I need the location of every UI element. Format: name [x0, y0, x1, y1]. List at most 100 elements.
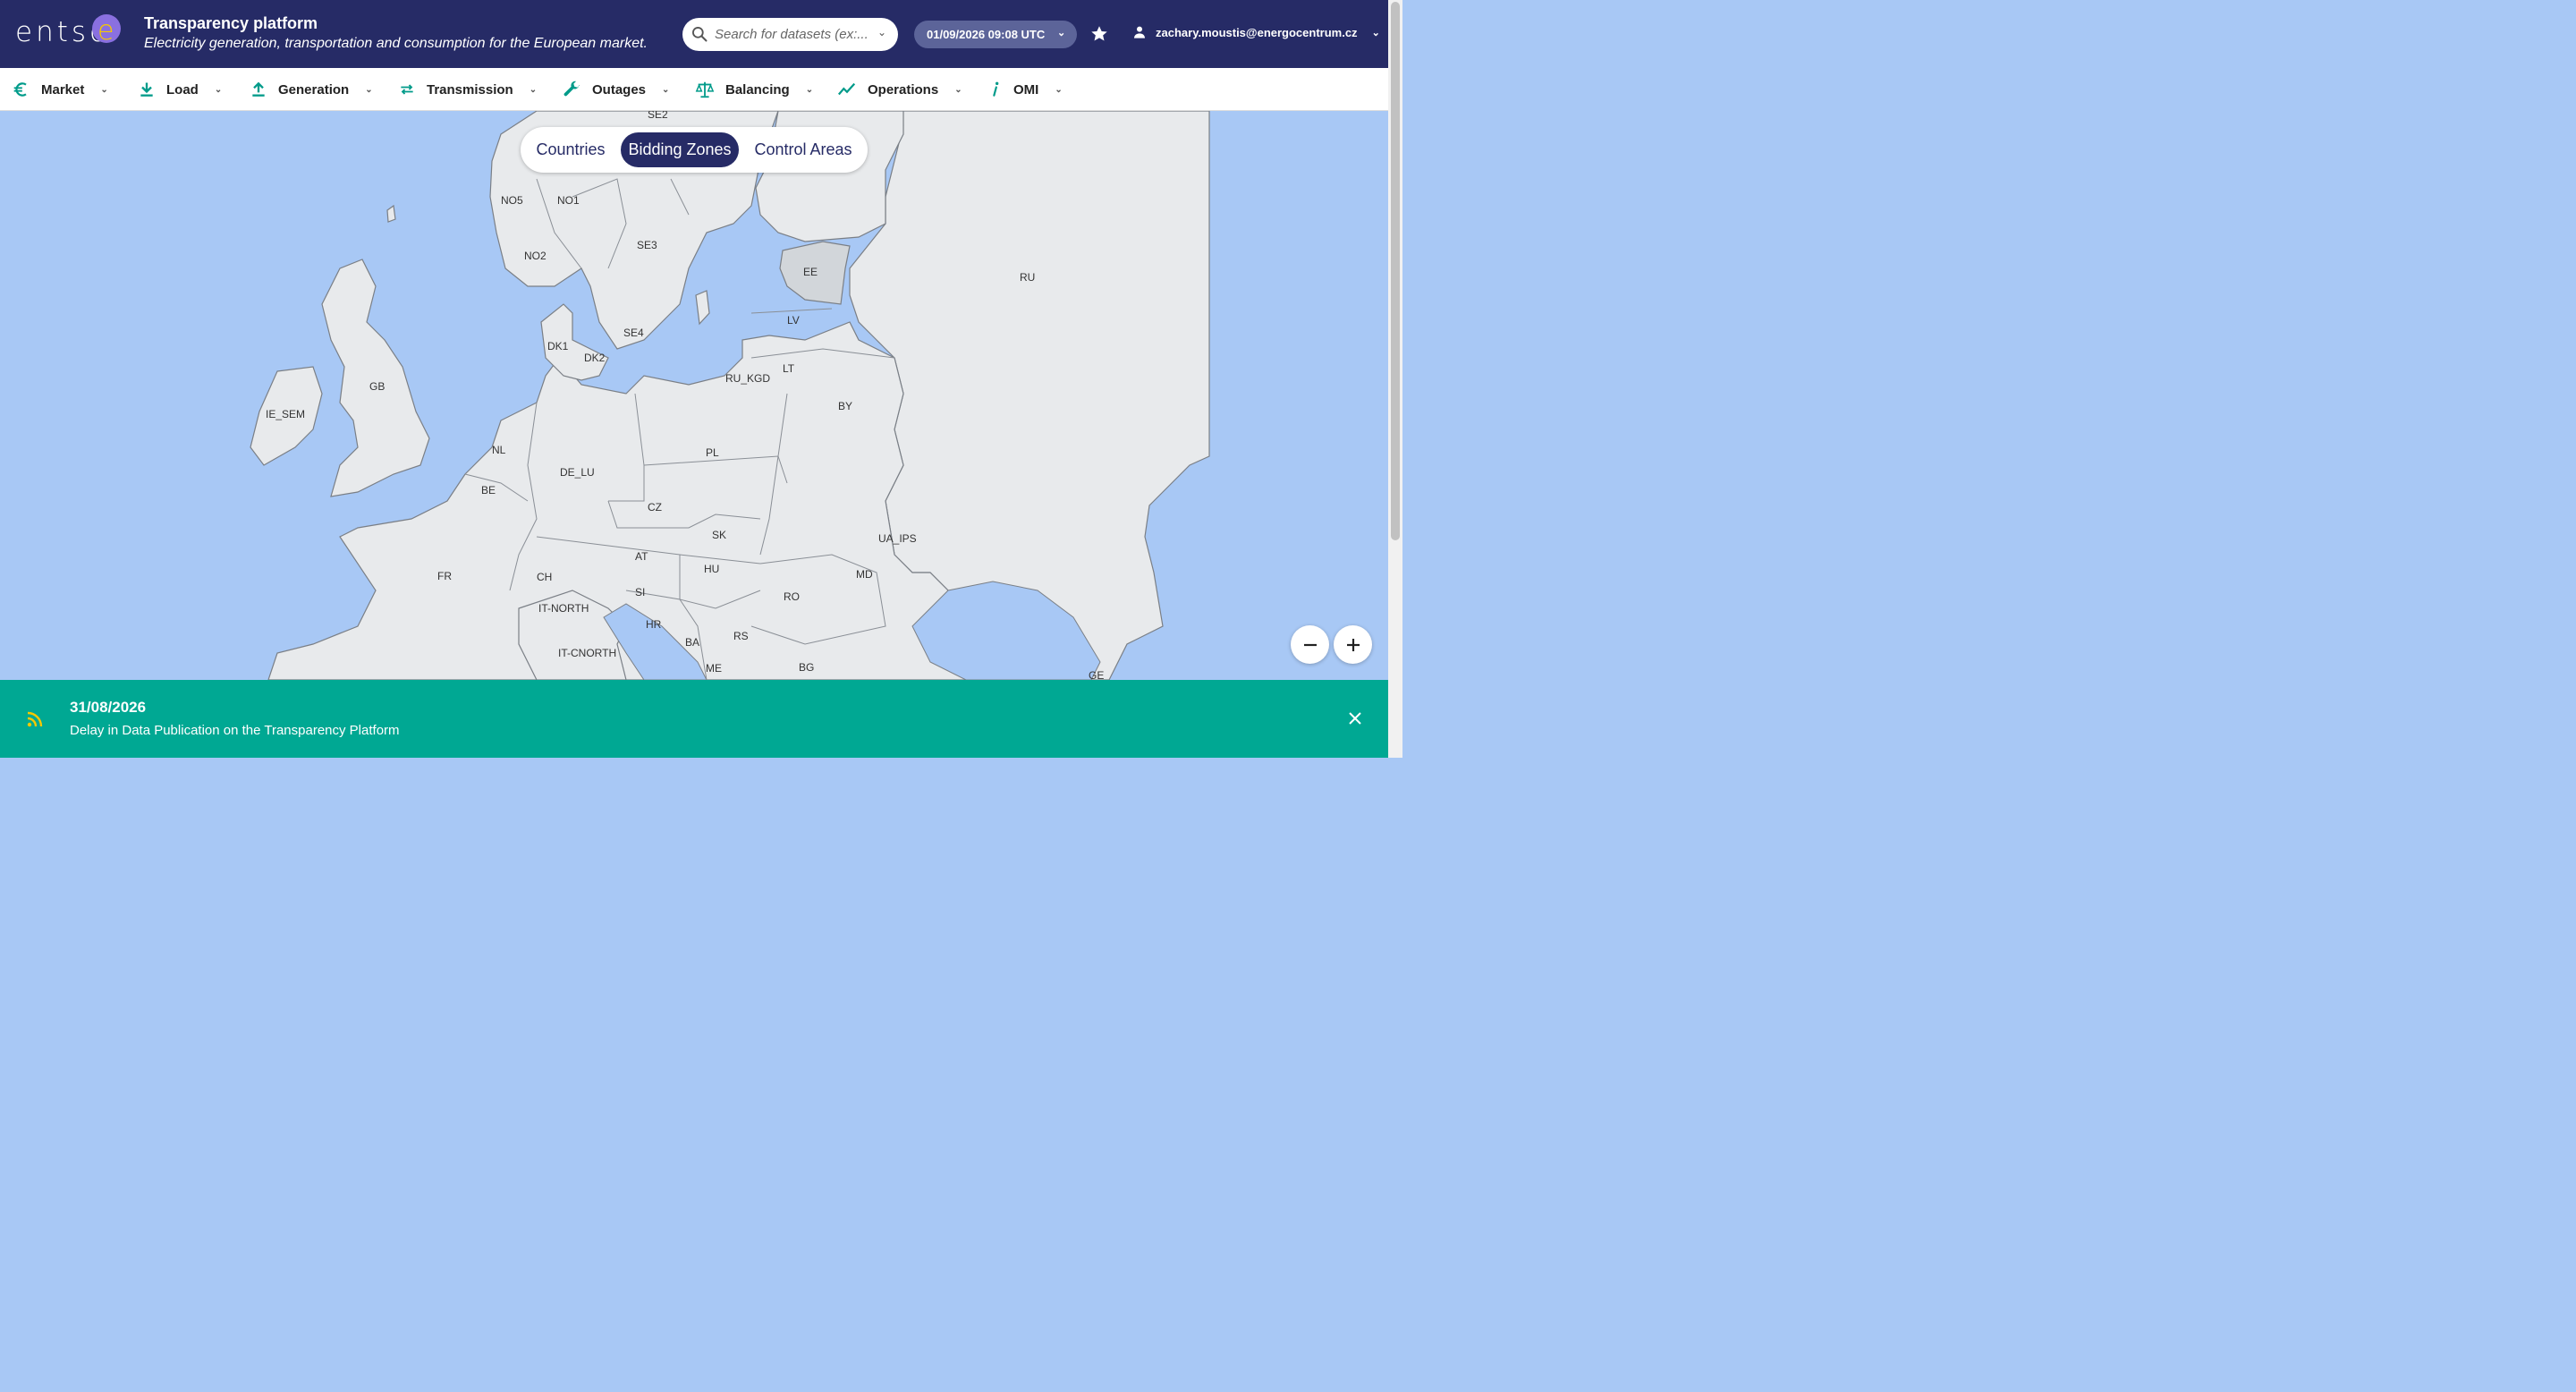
- zone-label-ua-ips: UA_IPS: [878, 532, 917, 545]
- user-menu[interactable]: zachary.moustis@energocentrum.cz ⌄: [1132, 25, 1380, 39]
- zone-label-ie-sem: IE_SEM: [266, 408, 305, 420]
- zone-label-ro: RO: [784, 590, 800, 603]
- zone-label-se2: SE2: [648, 111, 668, 121]
- zone-label-rs: RS: [733, 630, 749, 642]
- chevron-down-icon: ⌄: [100, 84, 108, 95]
- zone-label-pl: PL: [706, 446, 719, 459]
- chevron-down-icon: ⌄: [805, 84, 814, 95]
- zone-label-ba: BA: [685, 636, 699, 649]
- datetime-selector[interactable]: 01/09/2026 09:08 UTC ⌄: [914, 21, 1077, 48]
- zone-label-sk: SK: [712, 529, 726, 541]
- zone-label-se4: SE4: [623, 327, 644, 339]
- news-banner[interactable]: 31/08/2026 Delay in Data Publication on …: [0, 680, 1388, 758]
- zone-label-ru-kgd: RU_KGD: [725, 372, 770, 385]
- zone-label-it-cnorth: IT-CNORTH: [558, 647, 616, 659]
- nav-label: Generation: [278, 81, 350, 98]
- zone-label-md: MD: [856, 568, 873, 581]
- zone-label-no2: NO2: [524, 250, 547, 262]
- zone-label-lv: LV: [787, 314, 800, 327]
- nav-generation[interactable]: Generation ⌄: [250, 68, 373, 111]
- nav-label: OMI: [1013, 81, 1039, 98]
- zone-label-nl: NL: [492, 444, 506, 456]
- rss-icon: [27, 711, 43, 727]
- download-icon: [140, 82, 153, 97]
- chevron-down-icon: ⌄: [529, 84, 538, 95]
- euro-icon: [13, 82, 27, 97]
- bidding-zone-map[interactable]: SE2 NO5 NO1 SE3 NO2 EE RU LV SE4 DK1 DK2…: [0, 111, 1388, 680]
- zone-label-at: AT: [635, 550, 648, 563]
- news-text[interactable]: Delay in Data Publication on the Transpa…: [70, 723, 400, 738]
- upload-icon: [252, 81, 265, 97]
- nav-load[interactable]: Load ⌄: [138, 68, 222, 111]
- wrench-icon: [564, 81, 580, 97]
- news-date: 31/08/2026: [70, 699, 147, 716]
- zoom-out-button[interactable]: [1291, 625, 1329, 664]
- zone-label-ee: EE: [803, 266, 818, 278]
- nav-label: Operations: [868, 81, 939, 98]
- zone-label-gb: GB: [369, 380, 385, 393]
- chevron-down-icon: ⌄: [214, 84, 223, 95]
- chevron-down-icon: ⌄: [1371, 27, 1380, 38]
- search-icon: [692, 27, 708, 42]
- zone-label-it-north: IT-NORTH: [538, 602, 589, 615]
- toggle-bidding-zones[interactable]: Bidding Zones: [621, 132, 739, 167]
- zone-label-ru: RU: [1020, 271, 1035, 284]
- chevron-down-icon[interactable]: ⌄: [877, 26, 886, 38]
- zone-label-ch: CH: [537, 571, 552, 583]
- zone-label-dk2: DK2: [584, 352, 606, 364]
- toggle-countries[interactable]: Countries: [528, 132, 614, 167]
- zone-label-si: SI: [635, 586, 645, 598]
- map-view-toggle: Countries Bidding Zones Control Areas: [521, 127, 868, 173]
- zone-label-hr: HR: [646, 618, 662, 631]
- chevron-down-icon: ⌄: [954, 84, 962, 95]
- nav-operations[interactable]: Operations ⌄: [837, 68, 962, 111]
- scrollbar-thumb[interactable]: [1391, 2, 1400, 540]
- zone-label-no1: NO1: [557, 194, 580, 207]
- chevron-down-icon: ⌄: [1057, 28, 1066, 38]
- europe-map-svg[interactable]: SE2 NO5 NO1 SE3 NO2 EE RU LV SE4 DK1 DK2…: [0, 111, 1388, 680]
- nav-outages[interactable]: Outages ⌄: [562, 68, 669, 111]
- chevron-down-icon: ⌄: [365, 84, 373, 95]
- nav-label: Balancing: [725, 81, 790, 98]
- zone-label-de-lu: DE_LU: [560, 466, 595, 479]
- close-icon[interactable]: [1348, 711, 1362, 726]
- entsoe-logo[interactable]: entso e: [15, 14, 121, 48]
- favorites-star-icon[interactable]: [1089, 24, 1109, 44]
- nav-omi[interactable]: OMI ⌄: [988, 68, 1063, 111]
- land-gb: [321, 259, 430, 497]
- top-header: entso e Transparency platform Electricit…: [0, 0, 1388, 68]
- nav-label: Outages: [592, 81, 647, 98]
- land-faroe: [386, 204, 396, 223]
- plus-icon: [1346, 638, 1360, 651]
- zone-label-hu: HU: [704, 563, 719, 575]
- zone-label-me: ME: [706, 662, 722, 675]
- land-gotland: [695, 290, 710, 326]
- zone-label-lt: LT: [783, 362, 795, 375]
- swap-icon: [401, 84, 413, 95]
- zone-label-cz: CZ: [648, 501, 662, 514]
- nav-label: Load: [166, 81, 199, 98]
- nav-label: Transmission: [427, 81, 513, 98]
- zone-label-bg: BG: [799, 661, 814, 674]
- search-placeholder: Search for datasets (ex:...: [715, 27, 869, 42]
- page-scrollbar[interactable]: [1388, 0, 1402, 758]
- nav-market[interactable]: Market ⌄: [13, 68, 108, 111]
- zone-label-no5: NO5: [501, 194, 523, 207]
- zone-label-by: BY: [838, 400, 852, 412]
- zone-label-ge: GE: [1089, 669, 1104, 680]
- logo-e-mark: e: [92, 14, 121, 47]
- platform-subtitle: Electricity generation, transportation a…: [144, 36, 648, 51]
- nav-balancing[interactable]: Balancing ⌄: [695, 68, 813, 111]
- trend-icon: [837, 82, 856, 96]
- nav-transmission[interactable]: Transmission ⌄: [398, 68, 537, 111]
- dataset-search[interactable]: Search for datasets (ex:... ⌄: [682, 18, 898, 51]
- user-icon: [1134, 26, 1145, 38]
- platform-title: Transparency platform: [144, 14, 318, 32]
- chevron-down-icon: ⌄: [1055, 84, 1063, 95]
- toggle-control-areas[interactable]: Control Areas: [746, 132, 860, 167]
- zoom-in-button[interactable]: [1334, 625, 1372, 664]
- user-email: zachary.moustis@energocentrum.cz: [1156, 25, 1358, 39]
- scale-icon: [695, 81, 715, 98]
- datetime-value: 01/09/2026 09:08 UTC: [927, 28, 1046, 41]
- chevron-down-icon: ⌄: [662, 84, 670, 95]
